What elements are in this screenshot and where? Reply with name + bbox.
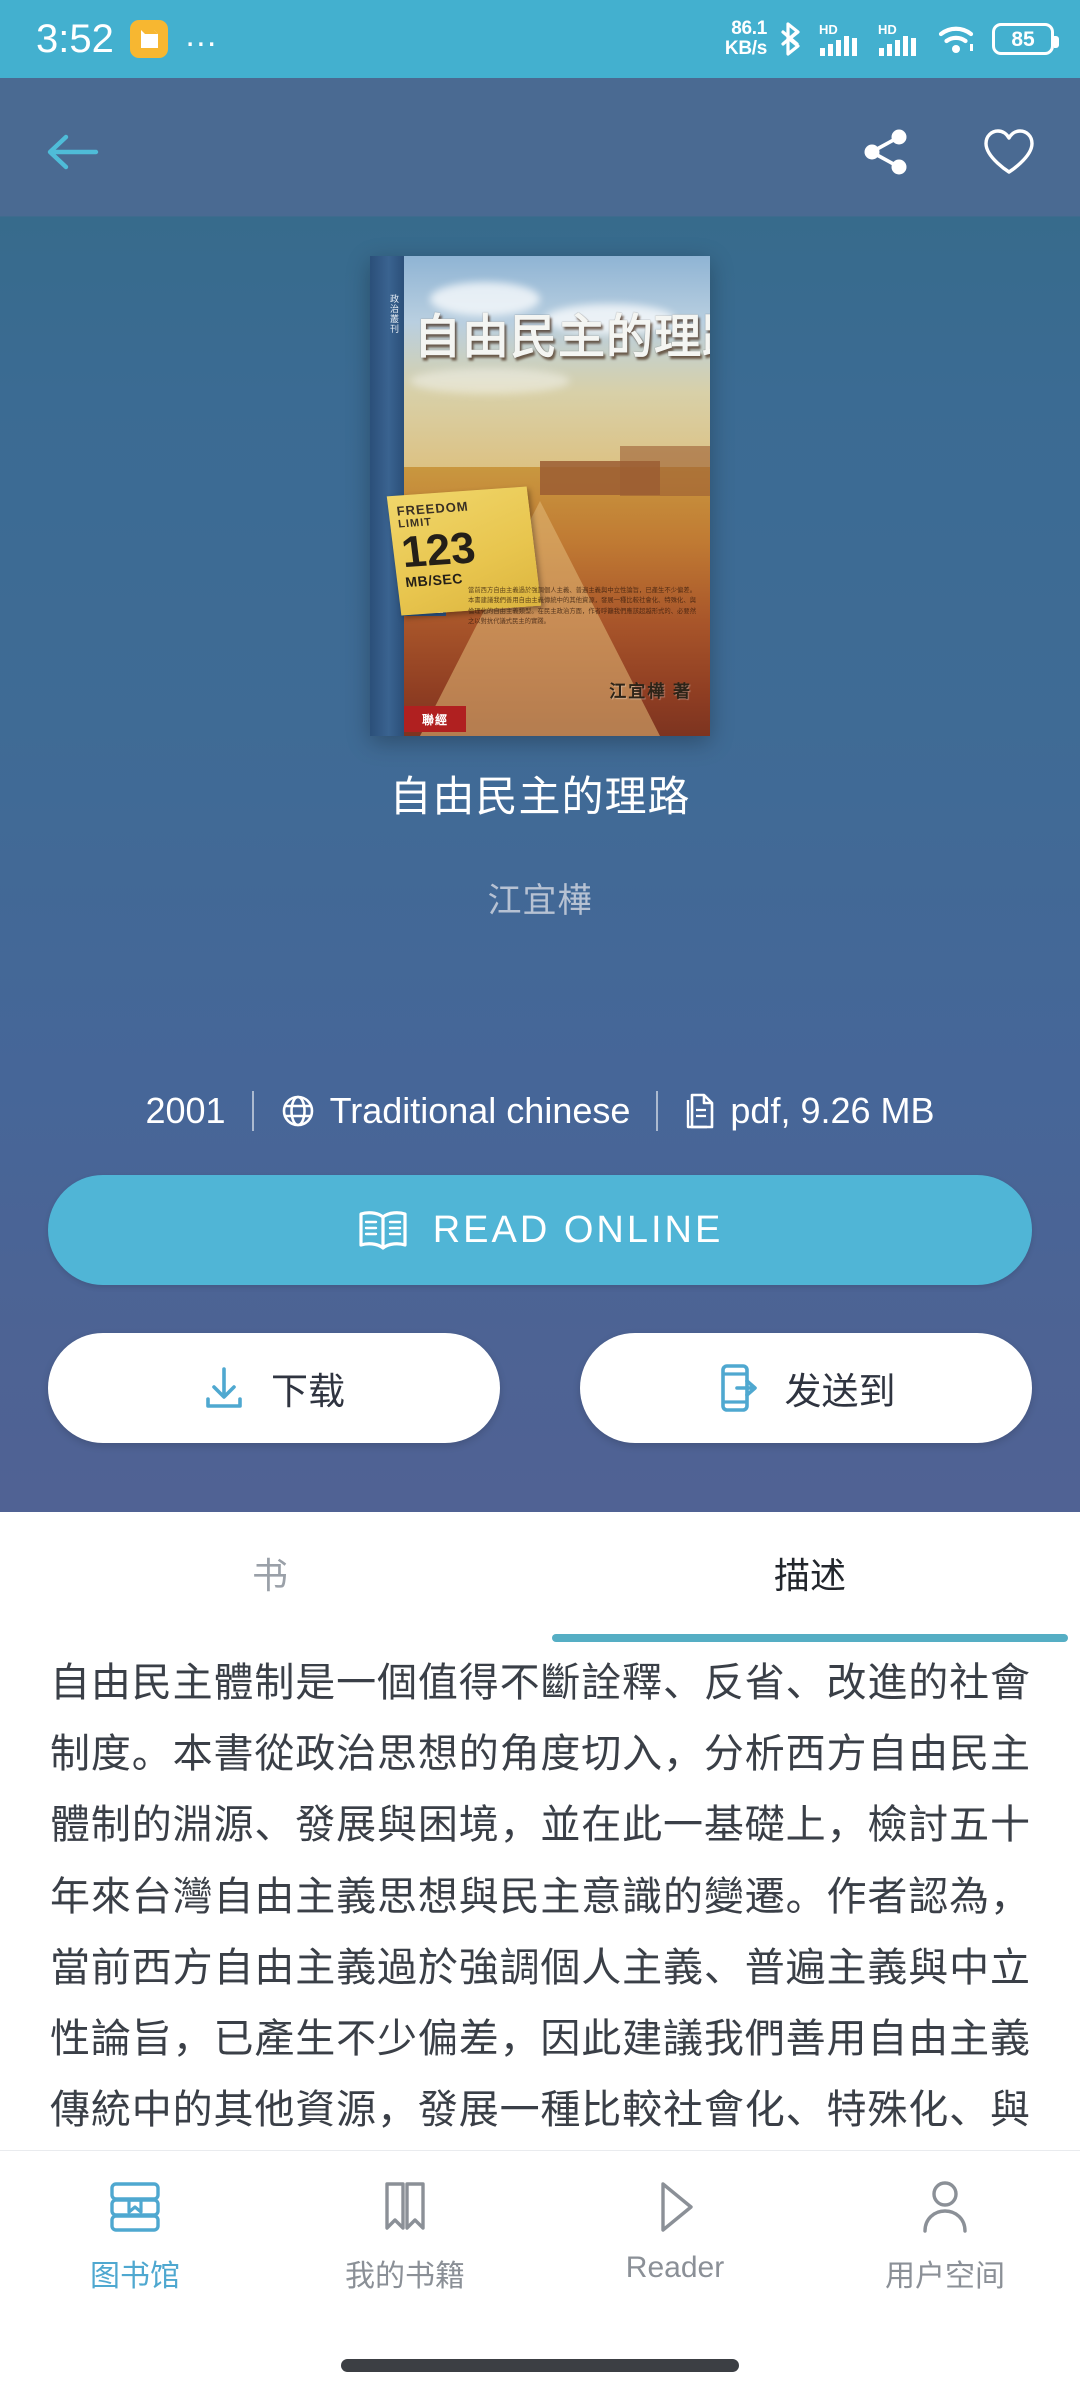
book-author: 江宜樺 bbox=[487, 882, 593, 920]
top-bar-actions bbox=[860, 126, 1036, 178]
secondary-actions-row: 下载 发送到 bbox=[48, 1333, 1032, 1443]
heart-icon[interactable] bbox=[982, 127, 1036, 177]
network-speed-unit: KB/s bbox=[724, 38, 767, 59]
home-indicator[interactable] bbox=[341, 2359, 739, 2372]
meta-year: 2001 bbox=[145, 1090, 226, 1131]
app-root: 3:52 … 86.1 KB/s HD HD 85 政治叢刊 自由民主的理 FR… bbox=[0, 0, 1080, 2400]
back-arrow-icon[interactable] bbox=[44, 129, 102, 175]
status-bar: 3:52 … 86.1 KB/s HD HD 85 bbox=[0, 0, 1080, 78]
hd-signal-icon: HD bbox=[878, 21, 924, 57]
hd-signal-icon: HD bbox=[819, 21, 865, 57]
tab-description-label: 描述 bbox=[773, 1555, 846, 1596]
share-icon[interactable] bbox=[860, 126, 912, 178]
network-speed-value: 86.1 bbox=[731, 18, 767, 40]
download-label: 下载 bbox=[271, 1371, 345, 1412]
svg-text:HD: HD bbox=[819, 22, 838, 37]
tab-description[interactable]: 描述 bbox=[540, 1512, 1080, 1642]
read-online-label: READ ONLINE bbox=[432, 1208, 724, 1251]
wifi-icon bbox=[937, 22, 979, 56]
battery-indicator: 85 bbox=[992, 23, 1059, 55]
cover-spine-text: 政治叢刊 bbox=[389, 294, 399, 334]
document-icon bbox=[684, 1092, 716, 1130]
globe-icon bbox=[280, 1093, 316, 1129]
nav-item-library[interactable]: 图书馆 bbox=[0, 2179, 270, 2295]
tab-books-label: 书 bbox=[251, 1555, 288, 1596]
nav-item-user-space[interactable]: 用户空间 bbox=[810, 2179, 1080, 2295]
download-button[interactable]: 下载 bbox=[48, 1333, 500, 1443]
tab-active-indicator bbox=[552, 1634, 1068, 1642]
note-icon bbox=[129, 20, 168, 58]
nav-item-user-space-label: 用户空间 bbox=[885, 2260, 1005, 2293]
library-books-icon bbox=[104, 2179, 166, 2235]
open-book-icon bbox=[357, 1208, 409, 1252]
nav-item-reader[interactable]: Reader bbox=[540, 2179, 810, 2285]
person-icon bbox=[919, 2179, 971, 2235]
app-top-bar bbox=[0, 78, 1080, 226]
cover-mesa bbox=[620, 446, 710, 496]
nav-item-reader-label: Reader bbox=[625, 2251, 725, 2284]
send-to-device-icon bbox=[717, 1362, 759, 1414]
cover-author: 江宜樺 著 bbox=[609, 682, 692, 701]
bluetooth-icon bbox=[780, 22, 806, 56]
send-to-label: 发送到 bbox=[784, 1371, 896, 1412]
tab-books[interactable]: 书 bbox=[0, 1512, 540, 1642]
nav-item-my-books[interactable]: 我的书籍 bbox=[270, 2179, 540, 2295]
book-cover-artwork: 政治叢刊 自由民主的理路 FREEDOM LIMIT 123 MB/SEC 當前… bbox=[370, 256, 710, 736]
book-meta-row: 2001 Traditional chinese pdf, 9.26 MB bbox=[0, 1090, 1080, 1132]
page-title: 自由民主的理路 bbox=[389, 773, 691, 820]
meta-separator bbox=[656, 1091, 659, 1131]
cover-title: 自由民主的理路 bbox=[414, 310, 710, 365]
network-speed: 86.1 KB/s bbox=[725, 19, 767, 58]
cover-blurb: 當前西方自由主義過於強調個人主義、普遍主義與中立性論旨，已產生不少偏差。本書建議… bbox=[468, 587, 696, 626]
meta-separator bbox=[251, 1091, 254, 1131]
status-clock: 3:52 bbox=[36, 16, 114, 61]
bottom-navigation: 图书馆 我的书籍 Reader 用户空间 bbox=[0, 2150, 1080, 2400]
battery-level: 85 bbox=[1011, 27, 1035, 51]
meta-language: Traditional chinese bbox=[280, 1090, 631, 1132]
book-cover[interactable]: 政治叢刊 自由民主的理路 FREEDOM LIMIT 123 MB/SEC 當前… bbox=[370, 256, 710, 736]
status-bar-left: 3:52 … bbox=[36, 17, 221, 62]
meta-language-label: Traditional chinese bbox=[329, 1090, 631, 1131]
svg-text:HD: HD bbox=[878, 22, 897, 37]
status-overflow-icon: … bbox=[183, 16, 221, 54]
download-icon bbox=[203, 1365, 245, 1411]
status-bar-right: 86.1 KB/s HD HD 85 bbox=[725, 19, 1059, 58]
detail-tabs: 书 描述 bbox=[0, 1512, 1080, 1642]
cover-publisher-logo: 聯經 bbox=[404, 706, 466, 732]
cover-cloud bbox=[410, 368, 570, 394]
bookmark-icon bbox=[377, 2179, 433, 2235]
nav-item-my-books-label: 我的书籍 bbox=[345, 2260, 465, 2293]
book-hero-section: 政治叢刊 自由民主的理路 FREEDOM LIMIT 123 MB/SEC 當前… bbox=[0, 78, 1080, 1512]
play-triangle-icon bbox=[649, 2179, 701, 2235]
meta-format-label: pdf, 9.26 MB bbox=[730, 1090, 935, 1131]
read-online-button[interactable]: READ ONLINE bbox=[48, 1175, 1032, 1285]
nav-item-library-label: 图书馆 bbox=[90, 2260, 180, 2293]
meta-format: pdf, 9.26 MB bbox=[684, 1090, 935, 1132]
send-to-button[interactable]: 发送到 bbox=[580, 1333, 1032, 1443]
